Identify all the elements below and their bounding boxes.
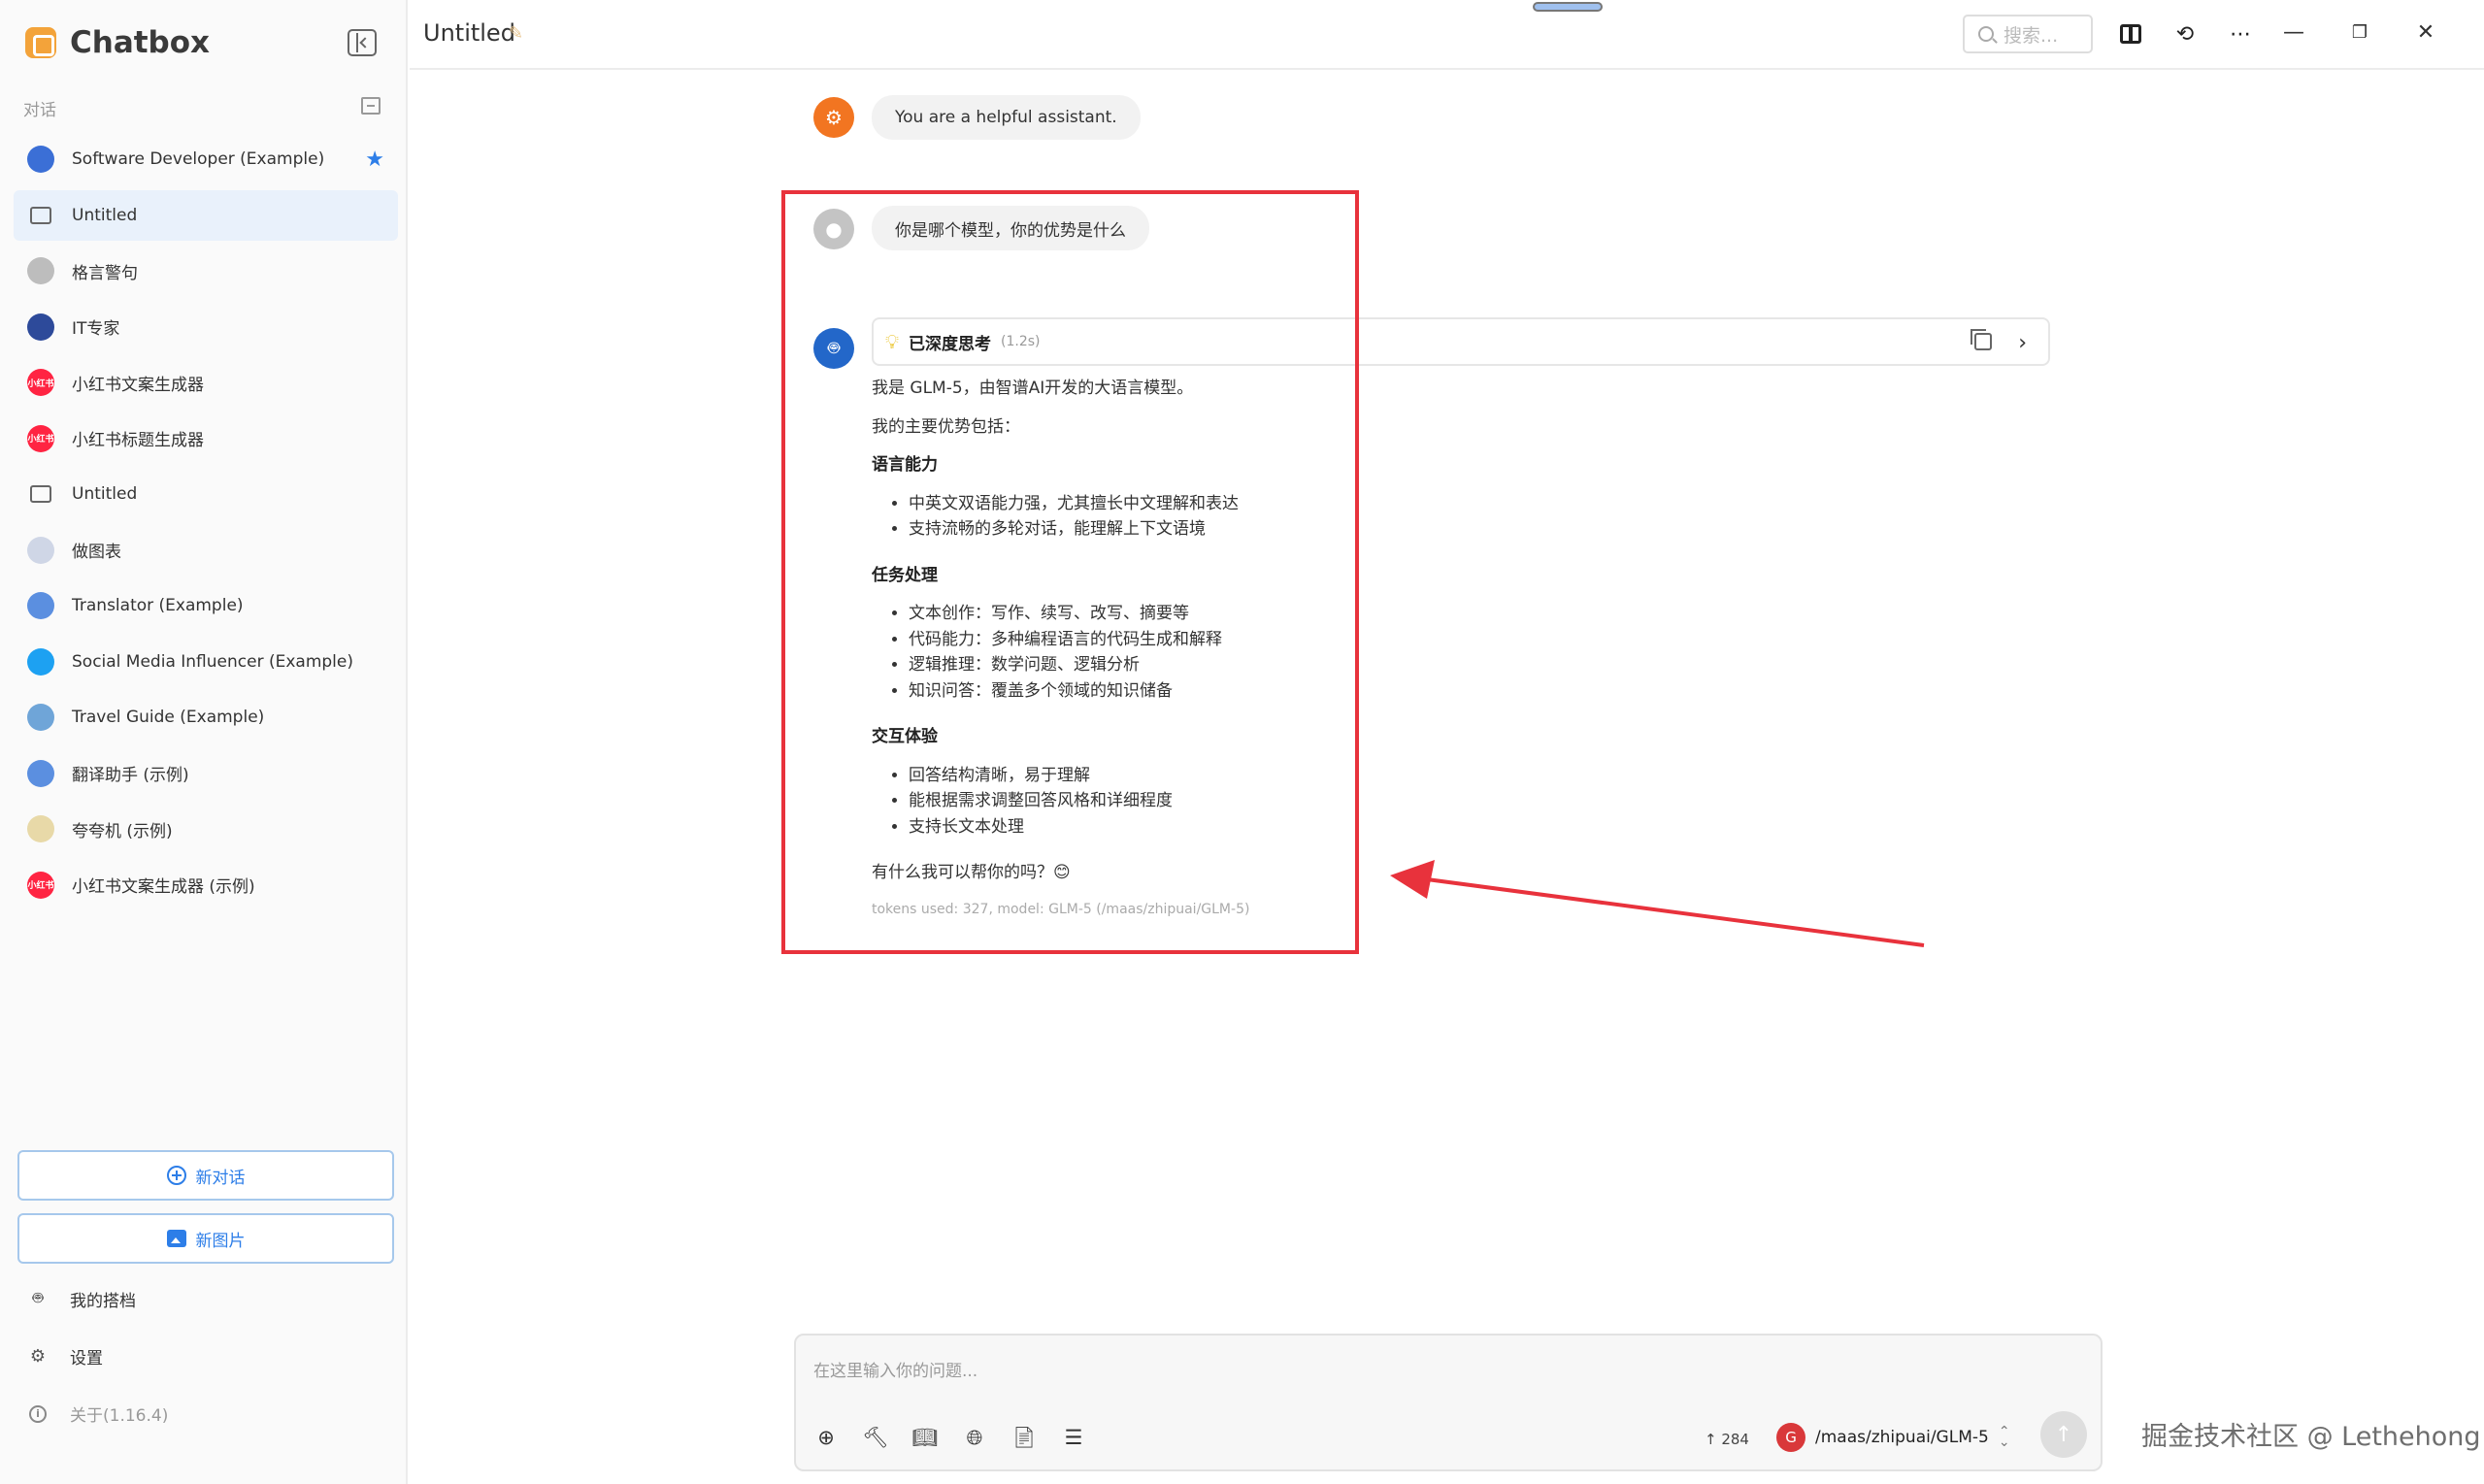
message-input-placeholder: 在这里输入你的问题...: [813, 1362, 978, 1381]
model-selector[interactable]: G /maas/zhipuai/GLM-5 ⌃ ⌄: [1776, 1423, 2010, 1452]
model-provider-badge: G: [1776, 1423, 1805, 1452]
annotation-arrows: [1390, 860, 1925, 1421]
sliders-settings-icon[interactable]: ☰: [1061, 1425, 1086, 1450]
send-button[interactable]: ↑: [2040, 1411, 2087, 1458]
hammer-tool-icon[interactable]: 🔨︎: [863, 1425, 889, 1450]
web-search-globe-icon[interactable]: 🌐︎: [962, 1425, 987, 1450]
input-toolbar: ⊕ 🔨︎ 📖︎ 🌐︎ 📄︎ ☰: [813, 1425, 1086, 1450]
message-input-area[interactable]: 在这里输入你的问题... ⊕ 🔨︎ 📖︎ 🌐︎ 📄︎ ☰ ↑ 284 G /ma…: [794, 1334, 2103, 1471]
watermark: 掘金技术社区 @ Lethehong: [2141, 1422, 2481, 1452]
token-count: ↑ 284: [1705, 1431, 1749, 1448]
file-icon[interactable]: 📄︎: [1011, 1425, 1038, 1450]
model-name: /maas/zhipuai/GLM-5: [1815, 1428, 1989, 1447]
knowledge-book-icon[interactable]: 📖︎: [912, 1425, 939, 1450]
attach-plus-icon[interactable]: ⊕: [813, 1425, 839, 1450]
annotation-arrow-message: [1390, 860, 1925, 947]
chevron-updown-icon: ⌃ ⌄: [1998, 1423, 2010, 1450]
